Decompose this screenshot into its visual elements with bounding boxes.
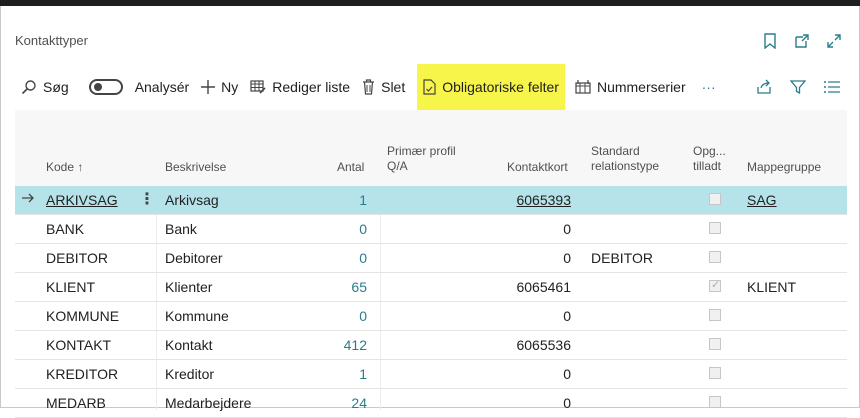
table-row[interactable]: KONTAKT Kontakt 412 6065536 <box>15 331 847 360</box>
analyze-label: Analysér <box>134 79 190 95</box>
cell-kode[interactable]: ARKIVSAG <box>46 192 118 208</box>
cell-kontaktkort[interactable]: 0 <box>563 250 571 266</box>
page-actions <box>761 32 843 50</box>
cell-kontaktkort[interactable]: 6065536 <box>516 337 571 353</box>
cell-antal[interactable]: 65 <box>351 279 367 295</box>
header-primaer-profil[interactable]: Primær profil Q/A <box>387 144 456 174</box>
cell-beskrivelse: Kreditor <box>165 366 215 382</box>
cell-kontaktkort[interactable]: 6065461 <box>516 279 571 295</box>
cell-antal[interactable]: 1 <box>359 366 367 382</box>
toolbar-right-icons <box>755 78 847 96</box>
edit-list-icon <box>250 80 266 94</box>
search-icon <box>21 80 36 95</box>
checkbox-opg-tilladt[interactable] <box>709 338 721 350</box>
cell-mappegruppe[interactable]: KLIENT <box>747 279 796 295</box>
expand-icon[interactable] <box>825 32 843 50</box>
more-button[interactable]: ··· <box>696 64 722 110</box>
checkbox-opg-tilladt[interactable] <box>709 222 721 234</box>
cell-kontaktkort[interactable]: 0 <box>563 366 571 382</box>
table-row[interactable]: ⋮ ARKIVSAG Arkivsag 1 6065393 SAG <box>15 186 847 215</box>
cell-kode[interactable]: DEBITOR <box>46 250 108 266</box>
cell-antal[interactable]: 0 <box>359 221 367 237</box>
cell-beskrivelse: Kontakt <box>165 337 213 353</box>
sort-asc-icon: ↑ <box>77 160 84 174</box>
number-series-button[interactable]: Nummerserier <box>569 64 692 110</box>
grid-header: Kode ↑ Beskrivelse Antal Primær profil Q/… <box>15 110 847 186</box>
cell-mappegruppe[interactable]: SAG <box>747 192 777 208</box>
checkbox-opg-tilladt[interactable] <box>709 278 721 292</box>
cell-kontaktkort[interactable]: 6065393 <box>516 192 571 208</box>
share-icon[interactable] <box>755 78 773 96</box>
list-view-icon[interactable] <box>823 78 841 96</box>
cell-standard-relationstype: DEBITOR <box>591 250 653 266</box>
toggle-switch[interactable] <box>88 79 123 95</box>
cell-antal[interactable]: 0 <box>359 308 367 324</box>
cell-beskrivelse: Debitorer <box>165 250 223 266</box>
cell-beskrivelse: Bank <box>165 221 197 237</box>
table-row[interactable]: BANK Bank 0 0 <box>15 215 847 244</box>
cell-kontaktkort[interactable]: 0 <box>563 221 571 237</box>
new-button[interactable]: Ny <box>195 64 244 110</box>
search-label: Søg <box>43 79 69 95</box>
analyze-toggle[interactable]: Analysér <box>75 64 195 110</box>
cell-kode[interactable]: KREDITOR <box>46 366 118 382</box>
cell-kode[interactable]: KOMMUNE <box>46 308 119 324</box>
table-row[interactable]: KLIENT Klienter 65 6065461 KLIENT <box>15 273 847 302</box>
grid-body: ⋮ ARKIVSAG Arkivsag 1 6065393 SAG BANK Bank 0 0 DE… <box>15 186 847 418</box>
table-row[interactable]: KOMMUNE Kommune 0 0 <box>15 302 847 331</box>
mandatory-fields-label: Obligatoriske felter <box>442 79 559 95</box>
table-row[interactable]: MEDARB Medarbejdere 24 0 <box>15 389 847 418</box>
page-title: Kontakttyper <box>15 33 88 48</box>
search-button[interactable]: Søg <box>15 64 75 110</box>
cell-beskrivelse: Arkivsag <box>165 192 219 208</box>
number-series-icon <box>575 80 591 94</box>
number-series-label: Nummerserier <box>596 79 686 95</box>
more-label: ··· <box>701 79 716 95</box>
table-row[interactable]: DEBITOR Debitorer 0 0 DEBITOR <box>15 244 847 273</box>
action-bar: Søg Analysér Ny Rediger liste Slet Oblig… <box>15 64 847 110</box>
trash-icon <box>363 79 375 95</box>
mandatory-fields-button[interactable]: Obligatoriske felter <box>417 64 565 110</box>
cell-kode[interactable]: KLIENT <box>46 279 95 295</box>
bookmark-icon[interactable] <box>761 32 779 50</box>
table-row[interactable]: KREDITOR Kreditor 1 0 <box>15 360 847 389</box>
open-new-window-icon[interactable] <box>793 32 811 50</box>
cell-beskrivelse: Kommune <box>165 308 229 324</box>
current-row-arrow-icon <box>21 191 35 208</box>
checkbox-opg-tilladt[interactable] <box>709 396 721 408</box>
edit-list-button[interactable]: Rediger liste <box>244 64 356 110</box>
cell-beskrivelse: Klienter <box>165 279 213 295</box>
delete-button[interactable]: Slet <box>356 64 411 110</box>
edit-list-label: Rediger liste <box>272 79 351 95</box>
checkbox-opg-tilladt[interactable] <box>709 251 721 263</box>
header-kontaktkort[interactable]: Kontaktkort <box>507 160 568 175</box>
checkbox-opg-tilladt[interactable] <box>709 367 721 379</box>
new-label: Ny <box>221 79 239 95</box>
header-antal[interactable]: Antal <box>337 160 364 175</box>
cell-antal[interactable]: 1 <box>359 192 367 208</box>
header-mappegruppe[interactable]: Mappegruppe <box>747 160 821 175</box>
header-kode[interactable]: Kode ↑ <box>46 160 83 175</box>
filter-icon[interactable] <box>789 78 807 96</box>
row-actions-icon[interactable]: ⋮ <box>139 189 155 209</box>
contact-types-page: Kontakttyper Søg Analysér Ny Rediger lis… <box>0 6 860 418</box>
header-opg-tilladt[interactable]: Opg... tilladt <box>693 144 726 174</box>
checkbox-opg-tilladt[interactable] <box>709 193 721 205</box>
cell-kode[interactable]: BANK <box>46 221 84 237</box>
header-standard-relationstype[interactable]: Standard relationstype <box>591 144 659 174</box>
document-check-icon <box>423 79 436 95</box>
checkbox-opg-tilladt[interactable] <box>709 309 721 321</box>
delete-label: Slet <box>381 79 406 95</box>
cell-kode[interactable]: KONTAKT <box>46 337 111 353</box>
contact-types-grid: Kode ↑ Beskrivelse Antal Primær profil Q/… <box>15 110 847 418</box>
cell-antal[interactable]: 0 <box>359 250 367 266</box>
cell-kontaktkort[interactable]: 0 <box>563 308 571 324</box>
cell-antal[interactable]: 412 <box>344 337 367 353</box>
plus-icon <box>201 80 216 94</box>
header-beskrivelse[interactable]: Beskrivelse <box>165 160 226 175</box>
